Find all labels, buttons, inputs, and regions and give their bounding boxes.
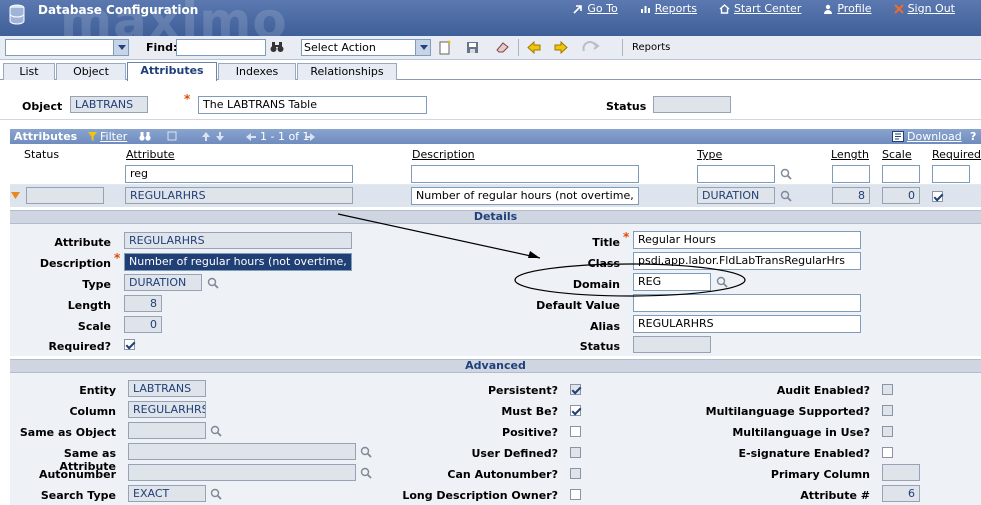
must-be-label: Must Be? <box>501 405 558 418</box>
can-autonumber-label: Can Autonumber? <box>447 468 558 481</box>
entity-label: Entity <box>79 384 116 397</box>
multilanguage-in-use-checkbox[interactable] <box>882 426 893 437</box>
esignature-enabled-label: E-signature Enabled? <box>738 447 870 460</box>
long-description-owner-checkbox[interactable] <box>570 489 581 500</box>
magnifier-icon[interactable] <box>360 446 372 458</box>
same-as-object-field <box>128 422 206 439</box>
search-type-field: EXACT <box>128 485 206 502</box>
audit-enabled-label: Audit Enabled? <box>776 384 870 397</box>
advanced-panel: Entity LABTRANS Column REGULARHRS Same a… <box>10 373 981 505</box>
autonumber-field <box>128 464 356 481</box>
user-defined-checkbox[interactable] <box>570 447 581 458</box>
autonumber-label: Autonumber <box>38 468 116 481</box>
long-description-owner-label: Long Description Owner? <box>402 489 558 502</box>
entity-field: LABTRANS <box>128 380 206 397</box>
multilanguage-supported-checkbox[interactable] <box>882 405 893 416</box>
column-field: REGULARHRS <box>128 401 206 418</box>
persistent-checkbox[interactable] <box>570 384 581 395</box>
positive-label: Positive? <box>502 426 558 439</box>
annotation-arrow <box>337 213 541 259</box>
primary-column-field <box>882 464 920 481</box>
primary-column-label: Primary Column <box>770 468 870 481</box>
magnifier-icon[interactable] <box>210 425 222 437</box>
annotation-ellipse <box>514 263 746 297</box>
same-as-attribute-field <box>128 443 356 460</box>
annotation-arrowhead <box>528 251 540 258</box>
multilanguage-in-use-label: Multilanguage in Use? <box>732 426 870 439</box>
advanced-section-header[interactable]: Advanced <box>10 359 981 373</box>
column-label: Column <box>69 405 116 418</box>
can-autonumber-checkbox[interactable] <box>570 468 581 479</box>
same-as-object-label: Same as Object <box>19 426 116 439</box>
magnifier-icon[interactable] <box>210 488 222 500</box>
search-type-label: Search Type <box>40 489 116 502</box>
attribute-number-field: 6 <box>882 485 920 502</box>
audit-enabled-checkbox[interactable] <box>882 384 893 395</box>
positive-checkbox[interactable] <box>570 426 581 437</box>
magnifier-icon[interactable] <box>360 467 372 479</box>
attribute-number-label: Attribute # <box>800 489 870 502</box>
esignature-enabled-checkbox[interactable] <box>882 447 893 458</box>
must-be-checkbox[interactable] <box>570 405 581 416</box>
user-defined-label: User Defined? <box>471 447 559 460</box>
persistent-label: Persistent? <box>487 384 558 397</box>
multilanguage-supported-label: Multilanguage Supported? <box>705 405 870 418</box>
